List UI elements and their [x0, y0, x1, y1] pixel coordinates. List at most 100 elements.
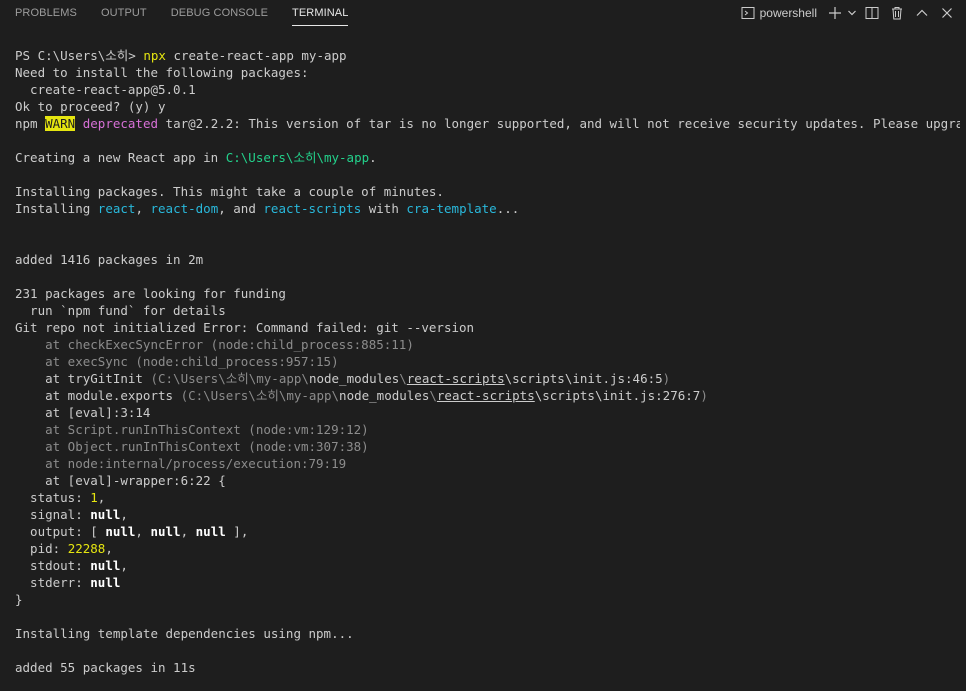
terminal-line: at Object.runInThisContext (node:vm:307:… [15, 438, 960, 455]
warn-badge: WARN [45, 116, 76, 131]
terminal-shell-icon [741, 7, 755, 19]
terminal-text: . [369, 150, 377, 165]
terminal-text: create-react-app my-app [165, 48, 347, 63]
terminal-text: Git repo not initialized Error: Command … [15, 320, 475, 335]
terminal-text: null [90, 575, 121, 590]
terminal-text: with [361, 201, 407, 216]
close-icon [942, 8, 952, 18]
terminal-text: \ [399, 371, 407, 386]
terminal-line: stdout: null, [15, 557, 960, 574]
terminal-line: status: 1, [15, 489, 960, 506]
terminal-output[interactable]: PS C:\Users\소히> npx create-react-app my-… [15, 47, 960, 687]
terminal-line: npm WARN deprecated tar@2.2.2: This vers… [15, 115, 960, 132]
terminal-line: added 1416 packages in 2m [15, 251, 960, 268]
terminal-text: node_modules [308, 371, 400, 386]
terminal-text: , [135, 524, 151, 539]
terminal-text: cra-template [406, 201, 497, 216]
terminal-text: deprecated [82, 116, 159, 131]
terminal-text: , [120, 507, 128, 522]
terminal-text: null [150, 524, 181, 539]
terminal-text: null [90, 507, 121, 522]
terminal-text: at Script.runInThisContext (node:vm:129:… [15, 422, 369, 437]
terminal-text: } [15, 592, 23, 607]
terminal-text: stdout: [15, 558, 91, 573]
terminal-text: 22288 [67, 541, 106, 556]
new-terminal-button[interactable] [824, 2, 846, 24]
terminal-text: stderr: [15, 575, 91, 590]
terminal-text: (C:\Users\소히\my-app\ [180, 388, 340, 403]
terminal-line: at module.exports (C:\Users\소히\my-app\no… [15, 387, 960, 404]
terminal-line: Creating a new React app in C:\Users\소히\… [15, 149, 960, 166]
terminal-text: Need to install the following packages: [15, 65, 309, 80]
terminal-text: signal: [15, 507, 91, 522]
terminal-text: added 1416 packages in 2m [15, 252, 204, 267]
tab-terminal[interactable]: TERMINAL [292, 0, 349, 26]
split-terminal-button[interactable] [861, 2, 883, 24]
terminal-text: node_modules [339, 388, 430, 403]
terminal-line: at tryGitInit (C:\Users\소히\my-app\node_m… [15, 370, 960, 387]
terminal-line: added 55 packages in 11s [15, 659, 960, 676]
terminal-line: signal: null, [15, 506, 960, 523]
panel-header: PROBLEMS OUTPUT DEBUG CONSOLE TERMINAL p… [0, 0, 966, 26]
terminal-text: react [97, 201, 136, 216]
terminal-text: react-scripts [406, 371, 505, 386]
terminal-dropdown-button[interactable] [846, 2, 858, 24]
terminal-text: at tryGitInit [15, 371, 151, 386]
maximize-panel-button[interactable] [911, 2, 933, 24]
tab-problems[interactable]: PROBLEMS [15, 0, 77, 26]
terminal-text: 1 [90, 490, 98, 505]
terminal-text: at checkExecSyncError (node:child_proces… [15, 337, 414, 352]
plus-icon [829, 7, 841, 19]
terminal-text: PS C:\Users\소히> [15, 48, 144, 63]
terminal-text: output: [ [15, 524, 106, 539]
terminal-text: ... [496, 201, 520, 216]
terminal-text: at Object.runInThisContext (node:vm:307:… [15, 439, 369, 454]
terminal-text: Installing template dependencies using n… [15, 626, 354, 641]
terminal-text: react-dom [150, 201, 219, 216]
terminal-text: , [180, 524, 196, 539]
terminal-line: Installing react, react-dom, and react-s… [15, 200, 960, 217]
terminal-text: pid: [15, 541, 68, 556]
terminal-line: at [eval]:3:14 [15, 404, 960, 421]
terminal-text: ) [662, 371, 671, 386]
panel-actions: powershell [738, 0, 966, 26]
terminal-text: npm [15, 116, 46, 131]
terminal-text: Ok to proceed? (y) y [15, 99, 166, 114]
terminal-text: (C:\Users\소히\my-app\ [150, 371, 309, 386]
terminal-text: run `npm fund` for details [15, 303, 226, 318]
terminal-line: PS C:\Users\소히> npx create-react-app my-… [15, 47, 960, 64]
chevron-up-icon [916, 9, 928, 16]
terminal-text: null [195, 524, 226, 539]
terminal-line: Need to install the following packages: [15, 64, 960, 81]
panel-tabs: PROBLEMS OUTPUT DEBUG CONSOLE TERMINAL [0, 0, 372, 26]
terminal-text: \scripts\init.js:46:5 [504, 371, 663, 386]
split-icon [865, 7, 879, 19]
terminal-text: tar@2.2.2: This version of tar is no lon… [158, 116, 960, 131]
terminal-line: at checkExecSyncError (node:child_proces… [15, 336, 960, 353]
terminal-text: at module.exports [15, 388, 181, 403]
terminal-text: at execSync (node:child_process:957:15) [15, 354, 339, 369]
terminal-line: 231 packages are looking for funding [15, 285, 960, 302]
terminal-line: Git repo not initialized Error: Command … [15, 319, 960, 336]
terminal-line: output: [ null, null, null ], [15, 523, 960, 540]
tab-debug-console[interactable]: DEBUG CONSOLE [171, 0, 268, 26]
tab-output[interactable]: OUTPUT [101, 0, 147, 26]
terminal-text: npx [143, 48, 166, 63]
terminal-text: at [eval]-wrapper:6:22 { [15, 473, 226, 488]
terminal-text: Installing [15, 201, 98, 216]
shell-selector-button[interactable]: powershell [741, 2, 817, 24]
terminal-line: } [15, 591, 960, 608]
terminal-text: ], [225, 524, 249, 539]
terminal-line: Installing packages. This might take a c… [15, 183, 960, 200]
chevron-down-icon [848, 10, 856, 16]
close-panel-button[interactable] [936, 2, 958, 24]
shell-name: powershell [759, 6, 817, 20]
terminal-text: , and [218, 201, 264, 216]
kill-terminal-button[interactable] [886, 2, 908, 24]
